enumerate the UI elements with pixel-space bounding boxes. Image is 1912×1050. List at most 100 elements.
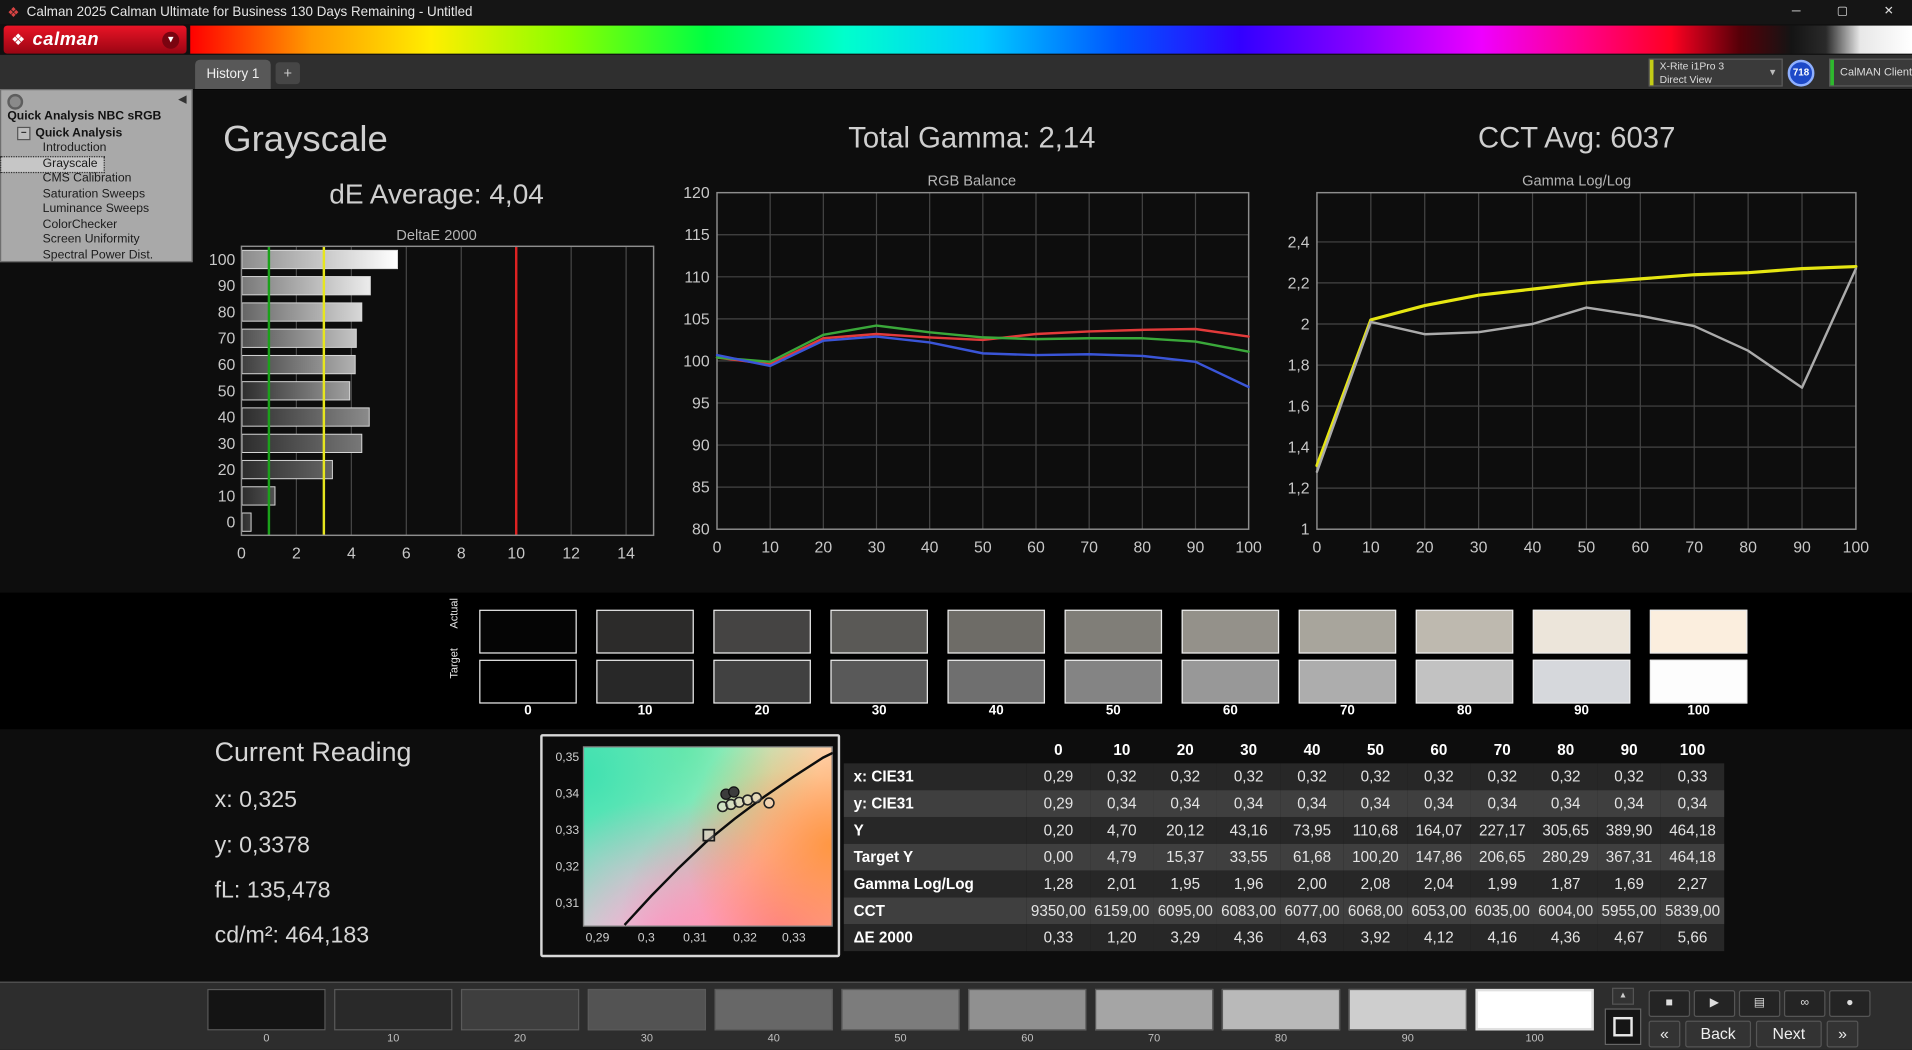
swatch-column-label: 10 (637, 703, 653, 719)
next-chevrons-icon[interactable]: » (1826, 1020, 1859, 1048)
pattern-level-button[interactable]: 10 (334, 988, 453, 1044)
swatch-column-label: 40 (988, 703, 1004, 719)
table-value-cell: 2,04 (1424, 875, 1454, 893)
sidebar-pin-button[interactable] (7, 93, 24, 110)
pattern-level-button[interactable]: 50 (841, 988, 960, 1044)
calman-menu-button[interactable]: ❖ calman ▾ (3, 25, 187, 54)
svg-text:40: 40 (921, 539, 939, 556)
source-dropdown[interactable]: CalMAN Client 3 Pattern Generator ▾ (1829, 58, 1912, 87)
pattern-level-button[interactable]: 90 (1348, 988, 1467, 1044)
sidebar-item-saturation-sweeps[interactable]: Saturation Sweeps (1, 187, 191, 202)
title-bar: ❖ Calman 2025 Calman Ultimate for Busine… (0, 0, 1912, 25)
sidebar-item-grayscale[interactable]: Grayscale (0, 155, 105, 174)
calman-diamond-icon: ❖ (10, 29, 26, 49)
table-row: y: CIE31 0,29 0,34 0,34 0,34 0,34 0,34 0,34 0,34… (843, 790, 1725, 817)
pattern-level-button[interactable]: 60 (968, 988, 1087, 1044)
pattern-level-button[interactable]: 0 (207, 988, 326, 1044)
tree-expander-icon[interactable]: − (17, 126, 31, 141)
save-button[interactable]: ▤ (1738, 990, 1781, 1017)
svg-text:30: 30 (1470, 539, 1488, 556)
save-icon: ▤ (1753, 996, 1766, 1010)
pattern-level-label: 40 (767, 1031, 780, 1044)
pattern-level-button[interactable]: 20 (460, 988, 580, 1044)
tab-history-1[interactable]: History 1 (195, 59, 271, 90)
svg-text:80: 80 (218, 305, 236, 322)
table-value-cell: 0,33 (1677, 768, 1708, 786)
svg-text:2: 2 (292, 545, 301, 562)
pattern-level-button[interactable]: 40 (714, 988, 833, 1044)
pattern-level-button[interactable]: 100 (1475, 988, 1594, 1044)
table-col-header: 90 (1620, 741, 1638, 759)
table-value-cell: 0,32 (1614, 768, 1644, 786)
target-row-label: Target (447, 648, 460, 679)
current-reading-panel: Current Reading x: 0,325 y: 0,3378 fL: 1… (215, 737, 412, 969)
close-button[interactable]: ✕ (1866, 0, 1912, 24)
deltae-2000-chart: 0 2 4 6 8 10 12 14 100 90 80 70 60 50 40 30 20 10 0 (209, 241, 664, 574)
table-value-cell: 0,34 (1677, 795, 1708, 813)
svg-text:12: 12 (562, 545, 580, 562)
maximize-button[interactable]: ▢ (1819, 0, 1865, 24)
table-value-cell: 0,29 (1043, 768, 1074, 786)
target-swatch (1532, 659, 1631, 704)
sidebar-root-quick-analysis[interactable]: − Quick Analysis (1, 126, 191, 142)
svg-text:2,2: 2,2 (1288, 275, 1310, 292)
pattern-level-label: 100 (1525, 1031, 1544, 1044)
app-logo-icon: ❖ (7, 5, 20, 21)
svg-text:80: 80 (692, 522, 710, 539)
pattern-level-button[interactable]: 80 (1221, 988, 1341, 1044)
pattern-window-button[interactable] (1604, 1008, 1642, 1046)
table-value-cell: 2,27 (1677, 875, 1708, 893)
target-swatch (1298, 659, 1397, 704)
table-value-cell: 0,32 (1360, 768, 1391, 786)
cie-chromaticity-panel: 0,31 0,32 0,33 0,34 0,35 0,29 0,3 0,31 0,32 0,33 (540, 734, 841, 958)
sidebar-item-spectral-power-dist[interactable]: Spectral Power Dist. (1, 248, 191, 263)
back-button[interactable]: Back (1685, 1020, 1752, 1048)
table-row: CCT 9350,00 6159,00 6095,00 6083,00 6077,00 60… (843, 897, 1725, 925)
pattern-level-swatch (587, 988, 707, 1031)
table-value-cell: 0,33 (1043, 929, 1074, 947)
table-value-cell: 100,20 (1352, 848, 1399, 866)
swatch-column-label: 30 (871, 703, 887, 719)
tray-up-button[interactable]: ▲ (1612, 987, 1634, 1005)
svg-text:60: 60 (218, 357, 236, 374)
loop-button[interactable]: ∞ (1783, 990, 1826, 1017)
table-value-cell: 0,34 (1297, 795, 1327, 813)
actual-swatch (947, 609, 1046, 654)
record-button[interactable]: ● (1829, 990, 1871, 1017)
add-tab-button[interactable]: + (275, 62, 300, 85)
play-button[interactable]: ▶ (1693, 990, 1736, 1017)
sidebar-item-colorchecker[interactable]: ColorChecker (1, 218, 191, 233)
cie-x-tick-label: 0,33 (781, 931, 806, 946)
svg-text:90: 90 (1187, 539, 1205, 556)
target-swatch (830, 659, 928, 704)
svg-text:10: 10 (761, 539, 779, 556)
table-value-cell: 1,20 (1106, 929, 1137, 947)
svg-text:80: 80 (1134, 539, 1152, 556)
next-button[interactable]: Next (1755, 1020, 1822, 1048)
sidebar-collapse-icon[interactable]: ◀ (178, 93, 186, 106)
svg-text:10: 10 (218, 488, 236, 505)
table-value-cell: 5839,00 (1664, 902, 1721, 920)
table-col-header: 70 (1493, 741, 1511, 759)
target-swatch (947, 659, 1046, 704)
pattern-level-swatch (460, 988, 580, 1031)
pattern-level-button[interactable]: 70 (1095, 988, 1214, 1044)
sidebar-item-luminance-sweeps[interactable]: Luminance Sweeps (1, 203, 191, 218)
table-value-cell: 6053,00 (1411, 902, 1467, 920)
table-value-cell: 0,32 (1170, 768, 1201, 786)
sidebar-item-screen-uniformity[interactable]: Screen Uniformity (1, 233, 191, 248)
minimize-button[interactable]: ─ (1773, 0, 1819, 24)
sidebar-item-cms-calibration[interactable]: CMS Calibration (1, 172, 191, 187)
source-label: CalMAN Client 3 Pattern Generator (1840, 65, 1912, 79)
meter-dropdown[interactable]: X-Rite i1Pro 3 Direct View ▾ (1648, 58, 1783, 87)
stop-button[interactable]: ■ (1648, 990, 1691, 1017)
table-col-header: 0 (1054, 741, 1063, 759)
sidebar-item-introduction[interactable]: Introduction (1, 142, 191, 157)
pattern-level-button[interactable]: 30 (587, 988, 707, 1044)
table-value-cell: 389,90 (1605, 821, 1653, 839)
actual-swatch (479, 609, 577, 654)
table-value-cell: 305,65 (1542, 821, 1589, 839)
pattern-level-label: 90 (1401, 1031, 1414, 1044)
svg-text:0: 0 (1313, 539, 1322, 556)
back-chevrons-icon[interactable]: « (1648, 1020, 1681, 1048)
